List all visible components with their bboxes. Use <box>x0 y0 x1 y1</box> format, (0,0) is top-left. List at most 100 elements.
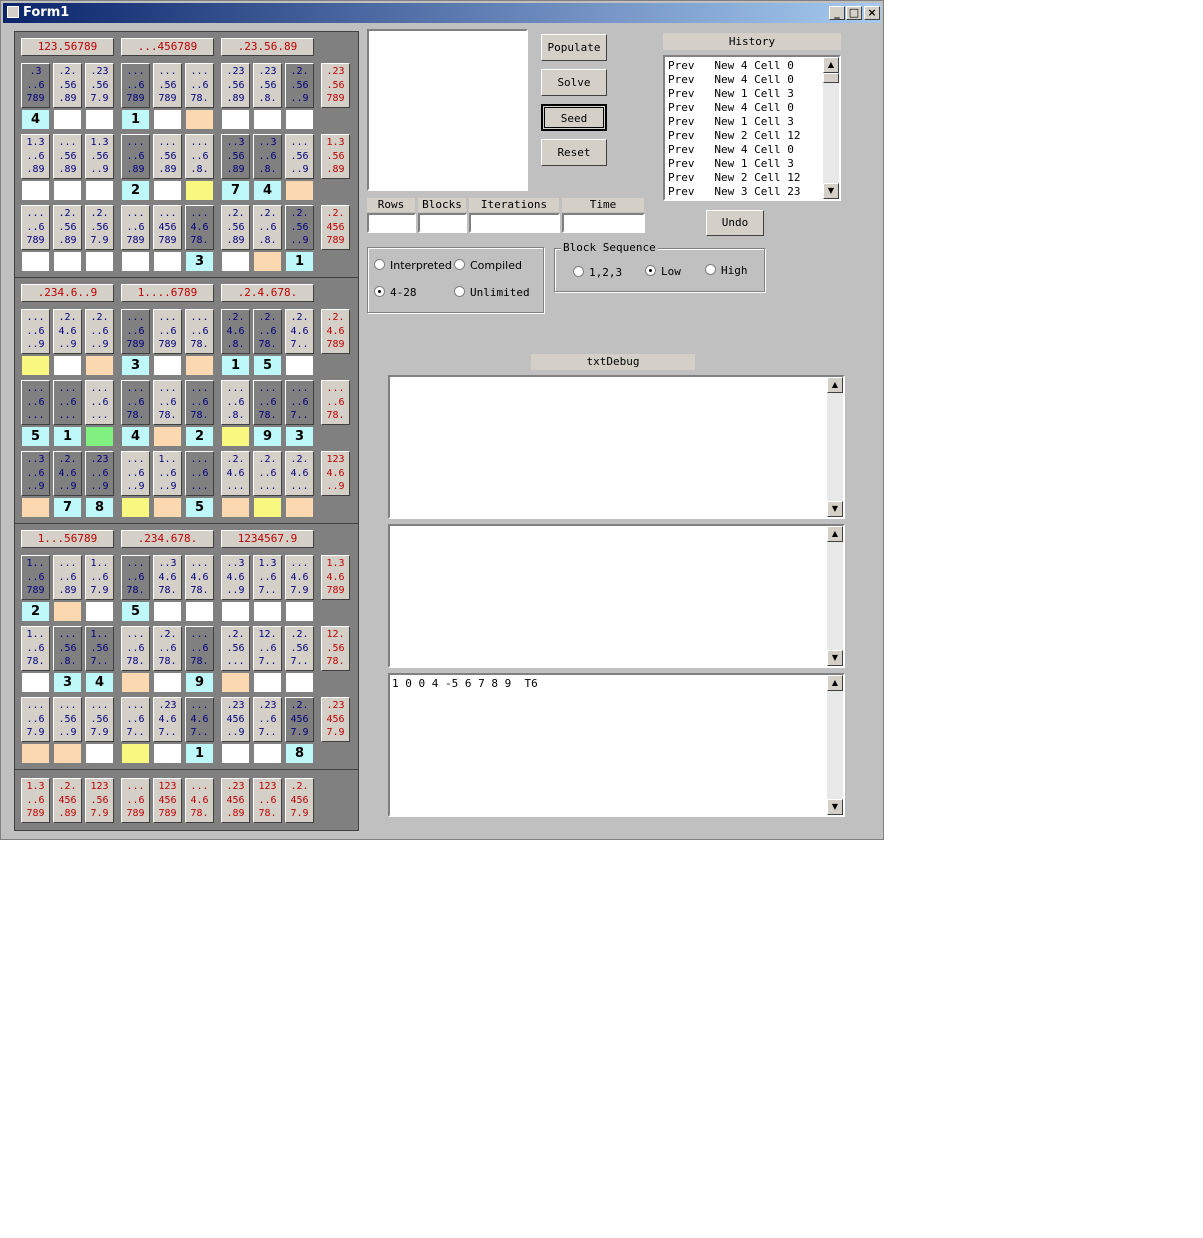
scroll-down-icon[interactable]: ▼ <box>823 183 839 199</box>
history-list[interactable]: Prev New 4 Cell 0 Prev New 4 Cell 0 Prev N… <box>663 55 841 201</box>
sudoku-cell[interactable] <box>253 672 282 693</box>
compiled-radio[interactable]: Compiled <box>454 259 522 272</box>
sudoku-cell[interactable] <box>285 355 314 376</box>
debug-textbox-3[interactable]: 1 0 0 4 -5 6 7 8 9 T6 ▲ ▼ <box>388 673 845 817</box>
history-item[interactable]: Prev New 4 Cell 0 <box>665 101 839 115</box>
undo-button[interactable]: Undo <box>706 210 764 236</box>
range-radio[interactable]: 4-28 <box>374 286 417 299</box>
history-item[interactable]: Prev New 2 Cell 12 <box>665 129 839 143</box>
scroll-up-icon[interactable]: ▲ <box>827 377 843 393</box>
scroll-thumb[interactable] <box>823 73 839 83</box>
scroll-down-icon[interactable]: ▼ <box>827 799 843 815</box>
sudoku-cell[interactable] <box>253 109 282 130</box>
minimize-button[interactable]: _ <box>829 6 845 20</box>
sudoku-cell[interactable] <box>153 180 182 201</box>
sudoku-cell[interactable]: 5 <box>21 426 50 447</box>
sudoku-cell[interactable]: 4 <box>253 180 282 201</box>
sudoku-cell[interactable] <box>253 601 282 622</box>
sudoku-cell[interactable] <box>85 355 114 376</box>
sudoku-cell[interactable]: 3 <box>121 355 150 376</box>
scroll-down-icon[interactable]: ▼ <box>827 501 843 517</box>
sudoku-cell[interactable]: 4 <box>121 426 150 447</box>
app-icon[interactable] <box>7 6 19 18</box>
sudoku-cell[interactable] <box>85 426 114 447</box>
sudoku-cell[interactable] <box>285 601 314 622</box>
history-item[interactable]: Prev New 4 Cell 0 <box>665 59 839 73</box>
scroll-up-icon[interactable]: ▲ <box>823 57 839 73</box>
sudoku-cell[interactable] <box>185 355 214 376</box>
sudoku-cell[interactable] <box>53 601 82 622</box>
iterations-field[interactable] <box>469 213 560 233</box>
populate-button[interactable]: Populate <box>541 34 607 61</box>
close-button[interactable]: × <box>864 6 880 20</box>
sudoku-cell[interactable] <box>21 672 50 693</box>
sudoku-cell[interactable] <box>53 355 82 376</box>
sudoku-cell[interactable] <box>221 743 250 764</box>
sudoku-cell[interactable] <box>253 743 282 764</box>
sudoku-cell[interactable]: 7 <box>221 180 250 201</box>
sequence-low-radio[interactable]: Low <box>645 265 681 278</box>
sudoku-cell[interactable] <box>153 497 182 518</box>
scroll-down-icon[interactable]: ▼ <box>827 650 843 666</box>
sudoku-cell[interactable] <box>221 672 250 693</box>
blocks-field[interactable] <box>418 213 467 233</box>
sudoku-cell[interactable] <box>253 251 282 272</box>
sudoku-cell[interactable]: 2 <box>185 426 214 447</box>
sudoku-cell[interactable] <box>85 743 114 764</box>
sudoku-cell[interactable]: 1 <box>185 743 214 764</box>
scroll-up-icon[interactable]: ▲ <box>827 526 843 542</box>
title-bar[interactable]: Form1 _ □ × <box>3 3 881 23</box>
sudoku-cell[interactable] <box>153 426 182 447</box>
debug-textbox-1[interactable]: ▲ ▼ <box>388 375 845 519</box>
sudoku-cell[interactable] <box>53 251 82 272</box>
sudoku-cell[interactable]: 3 <box>285 426 314 447</box>
sudoku-cell[interactable] <box>121 672 150 693</box>
reset-button[interactable]: Reset <box>541 139 607 166</box>
sudoku-cell[interactable] <box>153 355 182 376</box>
sudoku-cell[interactable] <box>285 109 314 130</box>
sudoku-cell[interactable]: 3 <box>53 672 82 693</box>
sudoku-cell[interactable]: 5 <box>253 355 282 376</box>
sudoku-cell[interactable] <box>21 743 50 764</box>
sudoku-cell[interactable] <box>285 672 314 693</box>
debug-1-scrollbar[interactable]: ▲ ▼ <box>827 377 843 517</box>
sudoku-cell[interactable] <box>153 601 182 622</box>
sudoku-cell[interactable] <box>153 672 182 693</box>
sudoku-cell[interactable] <box>121 743 150 764</box>
sudoku-cell[interactable] <box>185 601 214 622</box>
time-field[interactable] <box>562 213 645 233</box>
sudoku-cell[interactable] <box>53 109 82 130</box>
sudoku-cell[interactable] <box>21 497 50 518</box>
sudoku-cell[interactable] <box>153 109 182 130</box>
sudoku-cell[interactable] <box>285 180 314 201</box>
history-item[interactable]: Prev New 1 Cell 3 <box>665 157 839 171</box>
sudoku-cell[interactable] <box>221 109 250 130</box>
history-item[interactable]: Prev New 1 Cell 3 <box>665 115 839 129</box>
sudoku-cell[interactable] <box>185 180 214 201</box>
sudoku-cell[interactable]: 8 <box>85 497 114 518</box>
debug-textbox-2[interactable]: ▲ ▼ <box>388 524 845 668</box>
output-box[interactable] <box>367 29 528 191</box>
sudoku-cell[interactable] <box>53 743 82 764</box>
sudoku-cell[interactable] <box>221 601 250 622</box>
interpreted-radio[interactable]: Interpreted <box>374 259 452 272</box>
sudoku-cell[interactable]: 4 <box>21 109 50 130</box>
sudoku-cell[interactable]: 1 <box>221 355 250 376</box>
history-item[interactable]: Prev New 3 Cell 23 <box>665 185 839 199</box>
scroll-up-icon[interactable]: ▲ <box>827 675 843 691</box>
unlimited-radio[interactable]: Unlimited <box>454 286 530 299</box>
history-item[interactable]: Prev New 1 Cell 3 <box>665 87 839 101</box>
sudoku-cell[interactable]: 1 <box>53 426 82 447</box>
sudoku-cell[interactable] <box>285 497 314 518</box>
sudoku-cell[interactable]: 3 <box>185 251 214 272</box>
sudoku-cell[interactable] <box>121 251 150 272</box>
history-item[interactable]: Prev New 4 Cell 0 <box>665 73 839 87</box>
sudoku-cell[interactable] <box>221 497 250 518</box>
sudoku-cell[interactable]: 7 <box>53 497 82 518</box>
sudoku-cell[interactable]: 1 <box>285 251 314 272</box>
sudoku-cell[interactable] <box>85 180 114 201</box>
sudoku-cell[interactable]: 9 <box>253 426 282 447</box>
sequence-123-radio[interactable]: 1,2,3 <box>573 266 622 279</box>
sudoku-cell[interactable] <box>221 426 250 447</box>
debug-3-scrollbar[interactable]: ▲ ▼ <box>827 675 843 815</box>
